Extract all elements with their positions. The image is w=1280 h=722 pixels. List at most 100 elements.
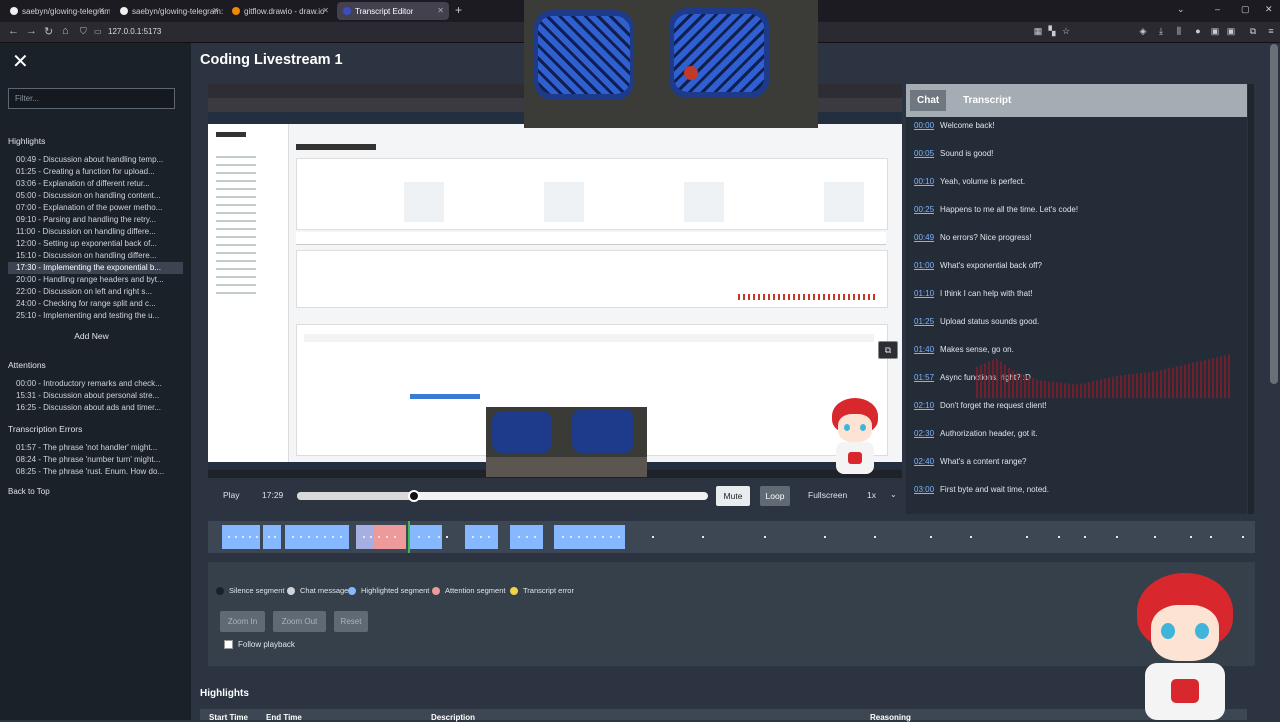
chat-scrollbar[interactable]	[1248, 84, 1254, 514]
chat-marker[interactable]	[610, 536, 612, 538]
list-item[interactable]: 16:25 - Discussion about ads and timer..…	[8, 402, 183, 414]
chat-marker[interactable]	[1154, 536, 1156, 538]
list-item[interactable]: 22:00 - Discussion on left and right s..…	[8, 286, 183, 298]
chat-marker[interactable]	[930, 536, 932, 538]
chat-marker[interactable]	[578, 536, 580, 538]
list-item[interactable]: 08:25 - The phrase 'rust. Enum. How do..…	[8, 466, 183, 478]
chevron-down-icon[interactable]: ⌄	[1177, 4, 1185, 15]
chat-marker[interactable]	[249, 536, 251, 538]
chat-marker[interactable]	[1190, 536, 1192, 538]
picture-in-picture-icon[interactable]: ⧉	[878, 341, 898, 359]
chat-marker[interactable]	[1242, 536, 1244, 538]
filter-input[interactable]	[8, 88, 175, 109]
mute-button[interactable]: Mute	[716, 486, 750, 506]
chat-timestamp-link[interactable]: 01:40	[914, 345, 934, 354]
browser-tab-1[interactable]: saebyn/glowing-telegram-vide ✕	[4, 2, 110, 20]
menu-icon[interactable]: ≡	[1266, 26, 1276, 36]
chat-marker[interactable]	[428, 536, 430, 538]
chat-marker[interactable]	[518, 536, 520, 538]
play-button[interactable]: Play	[223, 484, 240, 506]
list-item[interactable]: 09:10 - Parsing and handling the retry..…	[8, 214, 183, 226]
star-icon[interactable]: ☆	[1061, 26, 1071, 36]
chat-marker[interactable]	[562, 536, 564, 538]
chat-marker[interactable]	[764, 536, 766, 538]
library-icon[interactable]: ⫼	[1174, 26, 1184, 36]
chat-marker[interactable]	[1058, 536, 1060, 538]
grid-icon[interactable]: ▚	[1047, 26, 1057, 36]
chat-marker[interactable]	[324, 536, 326, 538]
minimize-icon[interactable]: –	[1215, 4, 1220, 14]
list-item[interactable]: 07:00 - Explanation of the power metho..…	[8, 202, 183, 214]
column-description[interactable]: Description	[431, 713, 475, 722]
chat-marker[interactable]	[652, 536, 654, 538]
chat-marker[interactable]	[332, 536, 334, 538]
chat-marker[interactable]	[570, 536, 572, 538]
chat-marker[interactable]	[1084, 536, 1086, 538]
follow-playback-checkbox[interactable]	[224, 640, 233, 649]
chat-timestamp-link[interactable]: 03:00	[914, 485, 934, 494]
loop-button[interactable]: Loop	[760, 486, 790, 506]
chat-marker[interactable]	[386, 536, 388, 538]
chat-marker[interactable]	[292, 536, 294, 538]
column-reasoning[interactable]: Reasoning	[870, 713, 911, 722]
extensions-icon[interactable]: ⧉	[1248, 26, 1258, 36]
list-item[interactable]: 03:06 - Explanation of different retur..…	[8, 178, 183, 190]
follow-playback-toggle[interactable]: Follow playback	[224, 640, 295, 649]
addon-icon[interactable]: ▣	[1210, 26, 1220, 36]
timeline-playhead[interactable]	[408, 521, 410, 553]
list-item[interactable]: 17:30 - Implementing the exponential b..…	[8, 262, 183, 274]
close-window-icon[interactable]: ✕	[1265, 4, 1273, 15]
close-tab-icon[interactable]: ✕	[212, 6, 219, 15]
list-item[interactable]: 25:10 - Implementing and testing the u..…	[8, 310, 183, 322]
highlight-segment[interactable]	[263, 525, 281, 549]
chat-marker[interactable]	[824, 536, 826, 538]
list-item[interactable]: 08:24 - The phrase 'number turn' might..…	[8, 454, 183, 466]
extension-icon[interactable]: ▦	[1033, 26, 1043, 36]
list-item[interactable]: 01:25 - Creating a function for upload..…	[8, 166, 183, 178]
chat-marker[interactable]	[1210, 536, 1212, 538]
page-scrollbar[interactable]	[1270, 44, 1278, 384]
chat-timestamp-link[interactable]: 01:00	[914, 261, 934, 270]
timeline[interactable]	[208, 521, 1255, 553]
back-to-top-link[interactable]: Back to Top	[8, 487, 50, 496]
chat-marker[interactable]	[586, 536, 588, 538]
zoom-out-button[interactable]: Zoom Out	[273, 611, 326, 632]
pocket-icon[interactable]: ◈	[1138, 26, 1148, 36]
browser-tab-4[interactable]: Transcript Editor ✕	[337, 2, 449, 20]
profile-icon[interactable]: ●	[1193, 26, 1203, 36]
add-new-button[interactable]: Add New	[8, 331, 175, 341]
close-tab-icon[interactable]: ✕	[322, 6, 329, 15]
reload-icon[interactable]: ↻	[44, 25, 53, 38]
chat-marker[interactable]	[370, 536, 372, 538]
chat-marker[interactable]	[438, 536, 440, 538]
tab-chat[interactable]: Chat	[910, 90, 947, 111]
chat-marker[interactable]	[874, 536, 876, 538]
chat-marker[interactable]	[594, 536, 596, 538]
chat-marker[interactable]	[472, 536, 474, 538]
chat-timestamp-link[interactable]: 01:57	[914, 373, 934, 382]
seek-bar[interactable]	[297, 490, 708, 502]
chevron-down-icon[interactable]: ⌄	[890, 484, 897, 506]
list-item[interactable]: 00:00 - Introductory remarks and check..…	[8, 378, 183, 390]
list-item[interactable]: 00:49 - Discussion about handling temp..…	[8, 154, 183, 166]
chat-marker[interactable]	[418, 536, 420, 538]
chat-marker[interactable]	[268, 536, 270, 538]
chat-marker[interactable]	[242, 536, 244, 538]
playback-speed-select[interactable]: 1x	[867, 484, 876, 506]
addon-icon-2[interactable]: ▣	[1226, 26, 1236, 36]
chat-marker[interactable]	[488, 536, 490, 538]
chat-marker[interactable]	[618, 536, 620, 538]
chat-marker[interactable]	[534, 536, 536, 538]
download-icon[interactable]: ⤓	[1156, 26, 1166, 36]
chat-timestamp-link[interactable]: 00:49	[914, 233, 934, 242]
chat-marker[interactable]	[363, 536, 365, 538]
chat-marker[interactable]	[256, 536, 258, 538]
forward-icon[interactable]: →	[26, 25, 37, 37]
chat-marker[interactable]	[316, 536, 318, 538]
chat-marker[interactable]	[378, 536, 380, 538]
chat-marker[interactable]	[340, 536, 342, 538]
chat-marker[interactable]	[1116, 536, 1118, 538]
home-icon[interactable]: ⌂	[62, 25, 69, 37]
chat-timestamp-link[interactable]: 01:25	[914, 317, 934, 326]
chat-timestamp-link[interactable]: 02:30	[914, 429, 934, 438]
